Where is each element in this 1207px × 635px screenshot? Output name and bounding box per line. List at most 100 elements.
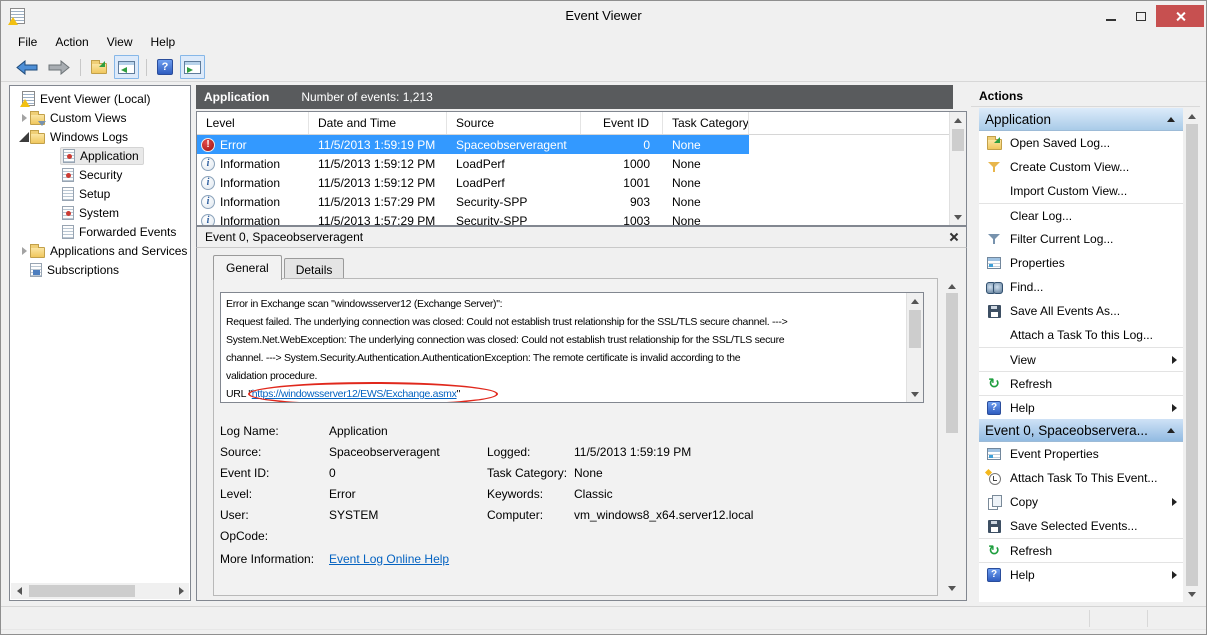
tree-item-forwarded-events[interactable]: Forwarded Events [10, 222, 190, 241]
scroll-right-arrow[interactable] [173, 583, 189, 599]
column-header-event-id[interactable]: Event ID [581, 112, 663, 134]
tree-item-subscriptions[interactable]: Subscriptions [10, 260, 190, 279]
window-title: Event Viewer [1, 1, 1206, 31]
maximize-button[interactable] [1126, 5, 1156, 27]
actions-panel-scrollbar[interactable] [1184, 108, 1200, 602]
scroll-up-arrow[interactable] [945, 278, 959, 294]
scroll-down-arrow[interactable] [1184, 586, 1200, 602]
table-row[interactable]: !Error 11/5/2013 1:59:19 PM Spaceobserve… [197, 135, 749, 154]
table-row[interactable]: iInformation 11/5/2013 1:59:12 PM LoadPe… [197, 173, 749, 192]
list-column-headers: Level Date and Time Source Event ID Task… [197, 112, 966, 135]
scroll-down-arrow[interactable] [950, 209, 966, 225]
action-save-all-events-as[interactable]: Save All Events As... [979, 299, 1183, 323]
close-detail-icon[interactable] [948, 232, 958, 242]
scroll-down-arrow[interactable] [907, 386, 923, 402]
scroll-left-arrow[interactable] [11, 583, 27, 599]
column-header-date[interactable]: Date and Time [309, 112, 447, 134]
menu-action[interactable]: Action [46, 31, 97, 53]
tree-item-windows-logs[interactable]: Windows Logs [10, 127, 190, 146]
status-bottom-line [1, 629, 1206, 630]
action-properties[interactable]: Properties [979, 251, 1183, 275]
event-list-scrollbar[interactable] [949, 112, 966, 225]
event-log-online-help-link[interactable]: Event Log Online Help [329, 552, 449, 566]
field-value-log-name: Application [329, 424, 487, 438]
action-pane-icon [184, 61, 201, 74]
scroll-up-arrow[interactable] [907, 293, 923, 309]
field-value-task-category: None [574, 466, 923, 480]
column-header-task-category[interactable]: Task Category [663, 112, 749, 134]
message-line: channel. ---> System.Security.Authentica… [226, 349, 899, 367]
tree-item-applications-and-services[interactable]: Applications and Services [10, 241, 190, 260]
action-filter-current-log[interactable]: Filter Current Log... [979, 227, 1183, 251]
scrollbar-thumb[interactable] [29, 585, 135, 597]
maximize-icon [1136, 12, 1146, 21]
tree-horizontal-scrollbar[interactable] [11, 583, 189, 599]
action-save-selected-events[interactable]: Save Selected Events... [979, 514, 1183, 538]
collapse-section-icon[interactable] [1167, 428, 1175, 433]
expander-expanded-icon[interactable] [18, 132, 30, 142]
action-clear-log[interactable]: Clear Log... [979, 203, 1183, 227]
actions-section-event[interactable]: Event 0, Spaceobservera... [979, 419, 1183, 442]
action-event-properties[interactable]: Event Properties [979, 442, 1183, 466]
minimize-button[interactable] [1096, 5, 1126, 27]
message-scrollbar[interactable] [906, 293, 923, 402]
tree-item-event-viewer-local[interactable]: Event Viewer (Local) [10, 89, 190, 108]
tab-general[interactable]: General [213, 255, 282, 280]
general-tab-content: Error in Exchange scan "windowsserver12 … [213, 278, 938, 596]
forward-button[interactable] [45, 55, 73, 79]
action-open-saved-log[interactable]: Open Saved Log... [979, 131, 1183, 155]
field-label: Source: [220, 445, 329, 459]
detail-pane-scrollbar[interactable] [945, 278, 959, 596]
expander-collapsed-icon[interactable] [18, 114, 30, 122]
action-help[interactable]: ? Help [979, 395, 1183, 419]
action-view[interactable]: View [979, 347, 1183, 371]
column-header-level[interactable]: Level [197, 112, 309, 134]
column-header-source[interactable]: Source [447, 112, 581, 134]
help-button[interactable]: ? [154, 55, 176, 79]
scroll-up-arrow[interactable] [1184, 108, 1200, 124]
action-copy[interactable]: Copy [979, 490, 1183, 514]
action-refresh-event[interactable]: ↻ Refresh [979, 538, 1183, 562]
menu-view[interactable]: View [98, 31, 142, 53]
tree-item-system[interactable]: System [10, 203, 190, 222]
message-line: Request failed. The underlying connectio… [226, 313, 899, 331]
forwarded-events-log-icon [62, 225, 74, 239]
actions-panel-title: Actions [971, 85, 1200, 107]
exchange-url-link[interactable]: https://windowsserver12/EWS/Exchange.asm… [252, 388, 457, 400]
table-row-partial[interactable]: iInformation 11/5/2013 1:57:29 PM Securi… [197, 211, 749, 226]
help-icon: ? [987, 568, 1001, 582]
log-summary-bar: Application Number of events: 1,213 [196, 85, 953, 109]
scrollbar-thumb[interactable] [1186, 124, 1198, 586]
setup-log-icon [62, 187, 74, 201]
table-row[interactable]: iInformation 11/5/2013 1:59:12 PM LoadPe… [197, 154, 749, 173]
back-button[interactable] [13, 55, 41, 79]
action-refresh[interactable]: ↻ Refresh [979, 371, 1183, 395]
export-log-button[interactable] [88, 55, 110, 79]
action-attach-task-to-event[interactable]: Attach Task To This Event... [979, 466, 1183, 490]
collapse-section-icon[interactable] [1167, 117, 1175, 122]
scrollbar-thumb[interactable] [909, 310, 921, 348]
menu-help[interactable]: Help [142, 31, 185, 53]
scroll-down-arrow[interactable] [945, 580, 959, 596]
scroll-up-arrow[interactable] [950, 112, 966, 128]
action-help-event[interactable]: ? Help [979, 562, 1183, 586]
expander-collapsed-icon[interactable] [18, 247, 30, 255]
submenu-arrow-icon [1172, 404, 1177, 412]
action-create-custom-view[interactable]: Create Custom View... [979, 155, 1183, 179]
toggle-console-tree-button[interactable] [114, 55, 139, 79]
scrollbar-thumb[interactable] [946, 293, 958, 433]
console-tree-icon [118, 61, 135, 74]
tree-item-custom-views[interactable]: Custom Views [10, 108, 190, 127]
tree-item-application[interactable]: Application [10, 146, 190, 165]
toggle-action-pane-button[interactable] [180, 55, 205, 79]
close-button[interactable] [1156, 5, 1204, 27]
action-attach-task-to-log[interactable]: Attach a Task To this Log... [979, 323, 1183, 347]
menu-file[interactable]: File [9, 31, 46, 53]
action-import-custom-view[interactable]: Import Custom View... [979, 179, 1183, 203]
action-find[interactable]: Find... [979, 275, 1183, 299]
scrollbar-thumb[interactable] [952, 129, 964, 151]
tree-item-setup[interactable]: Setup [10, 184, 190, 203]
table-row[interactable]: iInformation 11/5/2013 1:57:29 PM Securi… [197, 192, 749, 211]
actions-section-application[interactable]: Application [979, 108, 1183, 131]
tree-item-security[interactable]: Security [10, 165, 190, 184]
